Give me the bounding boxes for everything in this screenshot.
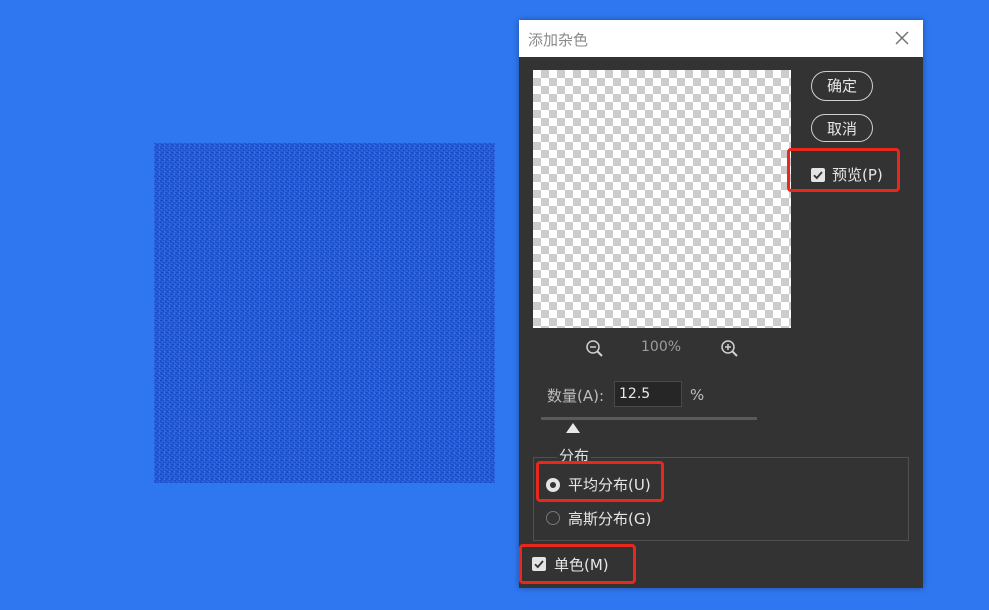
uniform-label[interactable]: 平均分布(U) [568,474,651,495]
amount-input[interactable] [614,381,682,407]
preview-label[interactable]: 预览(P) [832,164,883,185]
amount-slider-thumb[interactable] [566,423,580,433]
cancel-button[interactable]: 取消 [811,114,873,142]
preview-thumbnail[interactable] [533,70,791,328]
noise-canvas-image [154,143,495,483]
monochrome-label[interactable]: 单色(M) [554,554,609,575]
uniform-radio[interactable] [546,478,560,492]
amount-unit: % [690,386,705,404]
dialog-title: 添加杂色 [528,31,589,49]
checkmark-icon [534,560,544,569]
preview-checkbox[interactable] [811,168,825,182]
zoom-level: 100% [641,339,682,355]
close-icon[interactable] [892,28,912,48]
amount-label: 数量(A): [547,387,605,405]
zoom-out-icon[interactable] [585,339,605,359]
amount-slider-track[interactable] [541,417,757,420]
gaussian-label[interactable]: 高斯分布(G) [568,508,651,529]
monochrome-checkbox[interactable] [532,557,546,571]
ok-button[interactable]: 确定 [811,71,873,101]
checkmark-icon [813,171,823,180]
gaussian-radio[interactable] [546,511,560,525]
zoom-in-icon[interactable] [720,339,740,359]
dialog-titlebar: 添加杂色 [519,20,923,57]
add-noise-dialog: 添加杂色 确定 取消 预览(P) 100% 数量(A): % 分布 平均分布(U… [519,20,923,588]
distribution-legend: 分布 [557,445,592,466]
